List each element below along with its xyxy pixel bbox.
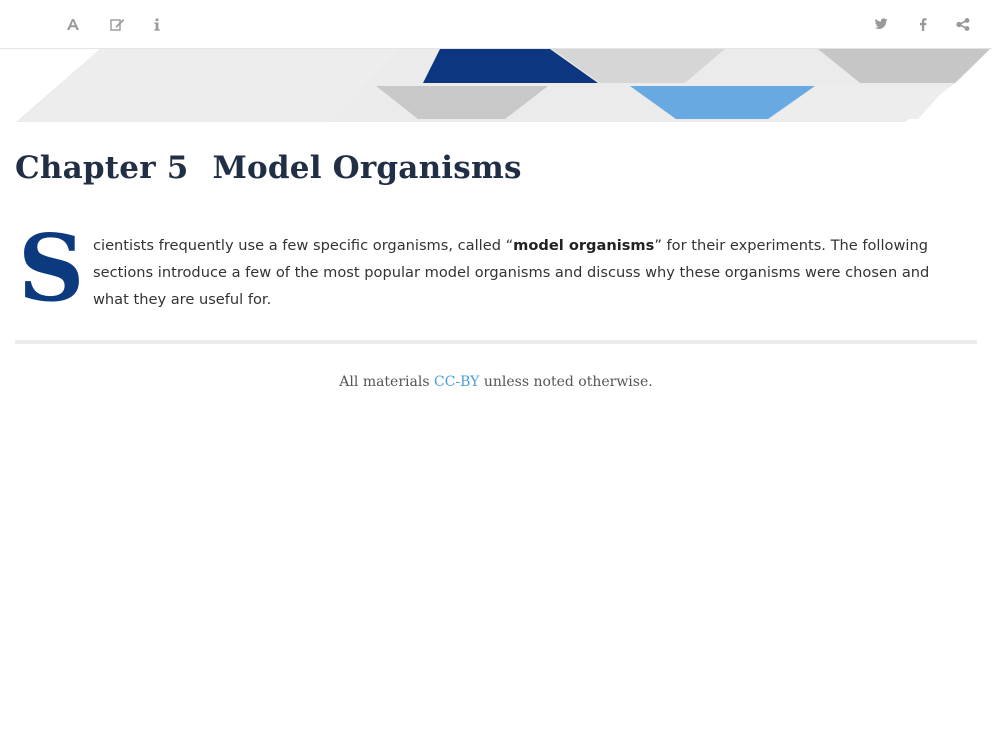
license-link[interactable]: CC-BY xyxy=(434,374,479,390)
license-footer: All materials CC-BY unless noted otherwi… xyxy=(0,374,992,390)
font-icon[interactable] xyxy=(62,13,84,35)
chapter-number: Chapter 5 xyxy=(15,150,189,186)
info-icon[interactable] xyxy=(146,13,168,35)
footer-suffix: unless noted otherwise. xyxy=(479,374,653,390)
twitter-icon[interactable] xyxy=(870,13,892,35)
edit-icon[interactable] xyxy=(106,13,128,35)
footer-prefix: All materials xyxy=(339,374,434,390)
top-toolbar xyxy=(0,0,992,49)
intro-paragraph: cientists frequently use a few specific … xyxy=(93,232,963,313)
section-divider xyxy=(15,340,977,344)
chapter-title: Model Organisms xyxy=(212,150,522,186)
page-title: Chapter 5 Model Organisms xyxy=(15,150,522,186)
facebook-icon[interactable] xyxy=(912,13,934,35)
chapter-banner-graphic xyxy=(0,49,992,125)
intro-bold-term: model organisms xyxy=(513,237,655,254)
drop-cap: S xyxy=(18,214,85,322)
intro-text-before: cientists frequently use a few specific … xyxy=(93,237,514,254)
share-icon[interactable] xyxy=(952,13,974,35)
